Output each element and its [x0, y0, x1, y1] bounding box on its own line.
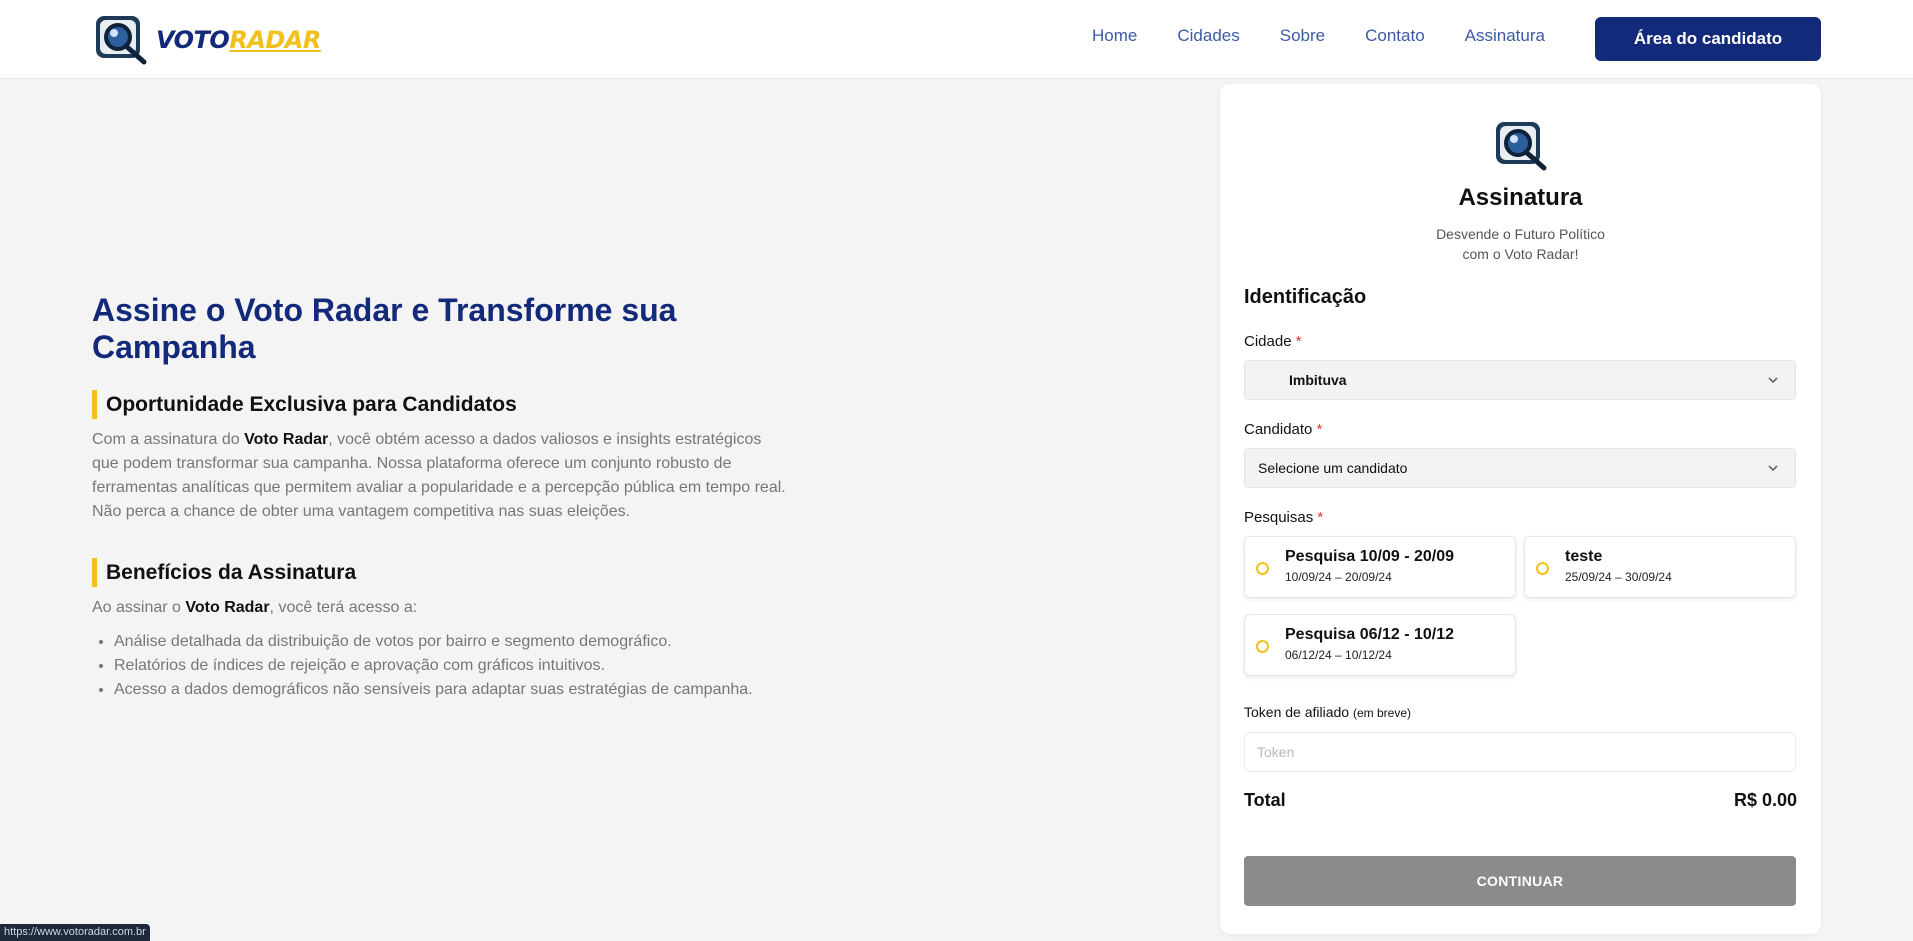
- nav-assinatura[interactable]: Assinatura: [1465, 26, 1545, 46]
- list-item: Acesso a dados demográficos não sensívei…: [114, 678, 832, 702]
- radar-logo-icon: [96, 16, 147, 65]
- surveys-label: Pesquisas *: [1244, 509, 1324, 526]
- token-label: Token de afiliado (em breve): [1244, 704, 1411, 720]
- radio-button[interactable]: [1536, 562, 1549, 575]
- section-heading: Identificação: [1244, 286, 1367, 308]
- subscription-card: Assinatura Desvende o Futuro Político co…: [1220, 84, 1821, 934]
- section-title-opportunity: Oportunidade Exclusiva para Candidatos: [92, 390, 832, 419]
- chevron-down-icon: [1768, 377, 1778, 384]
- city-select[interactable]: Imbituva: [1244, 360, 1796, 400]
- city-label: Cidade *: [1244, 333, 1302, 350]
- logo[interactable]: VOTORADAR: [92, 12, 321, 68]
- nav-sobre[interactable]: Sobre: [1280, 26, 1325, 46]
- survey-option[interactable]: Pesquisa 10/09 - 20/09 10/09/24 – 20/09/…: [1244, 536, 1516, 598]
- list-item: Relatórios de índices de rejeição e apro…: [114, 654, 832, 678]
- main-nav: Home Cidades Sobre Contato Assinatura: [1092, 26, 1585, 46]
- radar-logo-icon: [1496, 122, 1547, 171]
- token-input[interactable]: [1244, 732, 1796, 772]
- nav-contato[interactable]: Contato: [1365, 26, 1425, 46]
- survey-option[interactable]: teste 25/09/24 – 30/09/24: [1524, 536, 1796, 598]
- candidate-area-button[interactable]: Área do candidato: [1595, 17, 1821, 61]
- candidate-label: Candidato *: [1244, 421, 1323, 438]
- total-value: R$ 0.00: [1733, 790, 1797, 810]
- continue-button[interactable]: CONTINUAR: [1244, 856, 1796, 906]
- candidate-select[interactable]: Selecione um candidato: [1244, 448, 1796, 488]
- brand-name: VOTORADAR: [156, 26, 321, 54]
- main-content: Assine o Voto Radar e Transforme sua Cam…: [92, 292, 832, 702]
- status-bar-url: https://www.votoradar.com.br: [0, 924, 150, 941]
- card-title: Assinatura: [1458, 184, 1583, 211]
- page-title: Assine o Voto Radar e Transforme sua Cam…: [92, 292, 677, 365]
- survey-option[interactable]: Pesquisa 06/12 - 10/12 06/12/24 – 10/12/…: [1244, 614, 1516, 676]
- radio-button[interactable]: [1256, 640, 1269, 653]
- opportunity-paragraph: Com a assinatura do Voto Radar, você obt…: [92, 431, 786, 520]
- list-item: Análise detalhada da distribuição de vot…: [114, 630, 832, 654]
- benefits-list: Análise detalhada da distribuição de vot…: [92, 630, 832, 702]
- card-subtitle: Desvende o Futuro Político com o Voto Ra…: [1436, 226, 1605, 262]
- chevron-down-icon: [1768, 465, 1778, 472]
- total-label: Total: [1244, 790, 1286, 810]
- benefits-intro: Ao assinar o Voto Radar, você terá acess…: [92, 599, 418, 616]
- nav-home[interactable]: Home: [1092, 26, 1137, 46]
- radio-button[interactable]: [1256, 562, 1269, 575]
- section-title-benefits: Benefícios da Assinatura: [92, 558, 832, 587]
- header: VOTORADAR Home Cidades Sobre Contato Ass…: [0, 0, 1913, 79]
- nav-cidades[interactable]: Cidades: [1177, 26, 1239, 46]
